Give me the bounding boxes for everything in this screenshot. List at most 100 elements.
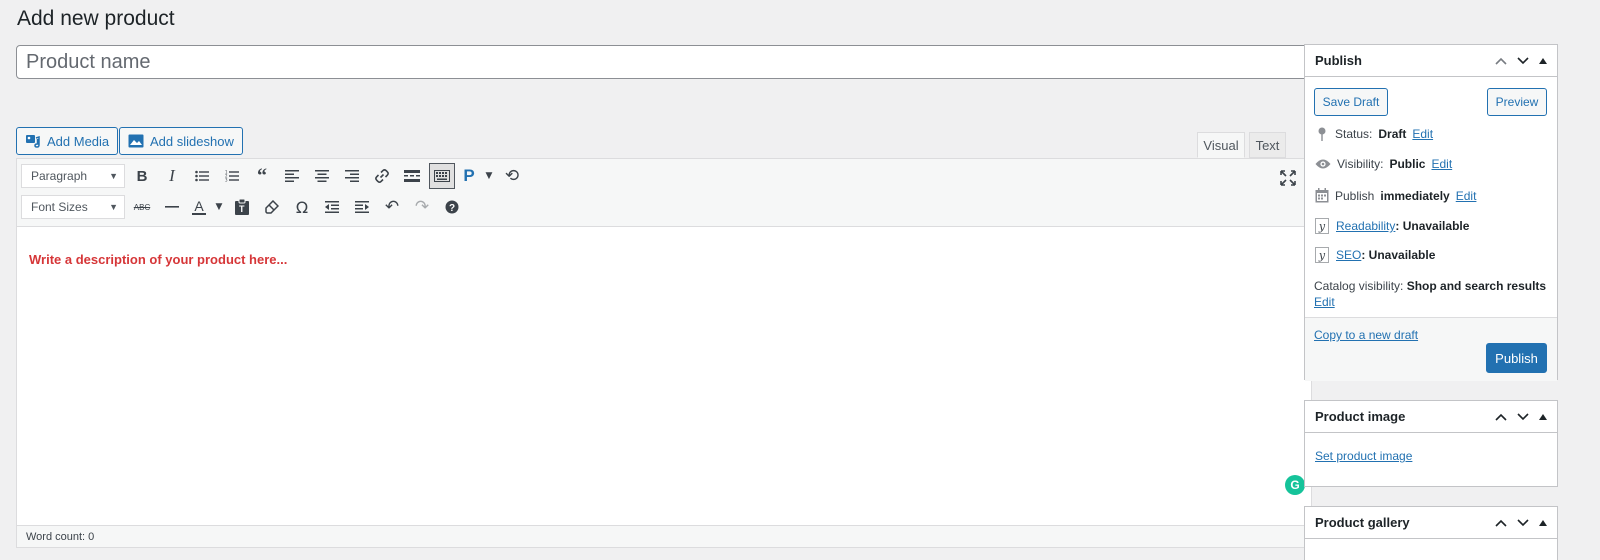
preview-button[interactable]: Preview [1487,88,1547,116]
help-icon[interactable]: ? [439,194,465,220]
svg-text:3: 3 [225,178,228,183]
numbered-list-icon[interactable]: 123 [219,163,245,189]
undo-icon[interactable]: ↶ [379,194,405,220]
calendar-icon [1315,188,1329,203]
redo-icon[interactable]: ↷ [409,194,435,220]
font-size-select[interactable]: Font Sizes ▼ [21,195,125,219]
clear-formatting-icon[interactable] [259,194,285,220]
bullet-list-icon[interactable] [189,163,215,189]
seo-link[interactable]: SEO [1336,248,1361,262]
toolbar-toggle-icon[interactable] [429,163,455,189]
chevron-up-icon[interactable] [1495,519,1507,527]
status-value: Draft [1378,127,1407,141]
catalog-visibility-label: Catalog visibility: [1314,279,1404,293]
chevron-down-icon[interactable] [1517,56,1529,65]
text-color-icon[interactable]: A [189,194,209,220]
visibility-row: Visibility: Public Edit [1315,157,1452,171]
catalog-visibility-value: Shop and search results [1406,279,1547,293]
publish-box-header: Publish [1305,45,1557,77]
slideshow-icon [128,134,144,148]
edit-publish-date-link[interactable]: Edit [1456,189,1477,203]
chevron-down-icon[interactable] [1517,412,1529,421]
editor-toolbar: Paragraph ▼ B I 123 “ P ▼ ⟲ Font Sizes ▼… [17,159,1311,227]
pin-icon [1318,127,1326,141]
align-center-icon[interactable] [309,163,335,189]
readability-row: y Readability: Unavailable [1315,218,1469,234]
caret-down-icon: ▼ [109,171,118,181]
paste-text-icon[interactable]: T [229,194,255,220]
visibility-label: Visibility: [1337,157,1384,171]
p-icon[interactable]: P [459,163,479,189]
read-more-icon[interactable] [399,163,425,189]
toolbar-row-1: Paragraph ▼ B I 123 “ P ▼ ⟲ [21,162,525,190]
blockquote-icon[interactable]: “ [249,163,275,189]
italic-icon[interactable]: I [159,163,185,189]
edit-status-link[interactable]: Edit [1412,127,1433,141]
special-character-icon[interactable]: Ω [289,194,315,220]
refresh-icon[interactable]: ⟲ [499,163,525,189]
readability-link[interactable]: Readability [1336,219,1395,233]
fullscreen-icon[interactable] [1275,165,1301,191]
align-right-icon[interactable] [339,163,365,189]
toolbar-row-2: Font Sizes ▼ ABC A ▼ T Ω ↶ ↷ ? [21,193,465,221]
status-label: Status: [1335,127,1373,141]
yoast-icon: y [1315,218,1329,234]
publish-label: Publish [1335,188,1375,203]
visibility-value: Public [1389,157,1426,171]
horizontal-line-icon[interactable] [159,194,185,220]
chevron-down-icon[interactable] [1517,518,1529,527]
save-draft-button[interactable]: Save Draft [1314,88,1388,116]
tab-visual-label: Visual [1203,137,1239,153]
publish-value: immediately [1380,188,1450,203]
font-size-value: Font Sizes [31,200,88,214]
p-dropdown-icon[interactable]: ▼ [483,163,495,189]
svg-text:T: T [239,204,245,214]
add-media-label: Add Media [47,133,110,149]
publish-box: Publish Save Draft Preview Status: Draft E… [1304,44,1558,381]
seo-row: y SEO: Unavailable [1315,247,1435,263]
link-icon[interactable] [369,163,395,189]
word-count: Word count: 0 [26,530,95,543]
product-gallery-title: Product gallery [1315,515,1410,530]
chevron-up-icon[interactable] [1495,413,1507,421]
word-count-bar: Word count: 0 [17,525,1311,547]
eye-icon [1315,159,1331,169]
collapse-triangle-icon[interactable] [1539,413,1547,420]
paragraph-format-select[interactable]: Paragraph ▼ [21,164,125,188]
edit-catalog-visibility-link[interactable]: Edit [1314,295,1335,309]
paragraph-format-value: Paragraph [31,169,88,183]
collapse-triangle-icon[interactable] [1539,57,1547,64]
add-slideshow-button[interactable]: Add slideshow [119,127,243,155]
tab-text-label: Text [1255,137,1280,153]
collapse-triangle-icon[interactable] [1539,519,1547,526]
add-slideshow-label: Add slideshow [150,133,234,149]
content-editor: Paragraph ▼ B I 123 “ P ▼ ⟲ Font Sizes ▼… [16,158,1312,548]
product-gallery-box-header: Product gallery [1305,507,1557,539]
bold-icon[interactable]: B [129,163,155,189]
edit-visibility-link[interactable]: Edit [1431,157,1452,171]
product-gallery-box: Product gallery [1304,506,1558,560]
chevron-up-icon[interactable] [1495,57,1507,65]
svg-text:?: ? [449,203,455,214]
copy-to-draft-link[interactable]: Copy to a new draft [1314,328,1418,342]
publish-box-title: Publish [1315,53,1362,68]
strikethrough-icon[interactable]: ABC [129,194,155,220]
outdent-icon[interactable] [319,194,345,220]
publish-date-row: Publish immediately Edit [1315,188,1476,203]
set-product-image-link[interactable]: Set product image [1315,449,1412,463]
product-image-box: Product image Set product image [1304,400,1558,487]
catalog-visibility-row: Catalog visibility: Shop and search resu… [1314,278,1550,310]
indent-icon[interactable] [349,194,375,220]
product-name-input[interactable] [16,45,1312,79]
publish-button[interactable]: Publish [1486,343,1547,373]
product-image-title: Product image [1315,409,1406,424]
tab-text[interactable]: Text [1249,132,1286,158]
align-left-icon[interactable] [279,163,305,189]
add-media-button[interactable]: Add Media [16,127,119,155]
grammarly-icon[interactable]: G [1285,475,1305,495]
tab-visual[interactable]: Visual [1197,132,1245,158]
status-row: Status: Draft Edit [1315,126,1433,142]
seo-value: : Unavailable [1361,248,1436,262]
editor-content-area[interactable]: Write a description of your product here… [17,227,1311,497]
text-color-dropdown-icon[interactable]: ▼ [213,194,225,220]
